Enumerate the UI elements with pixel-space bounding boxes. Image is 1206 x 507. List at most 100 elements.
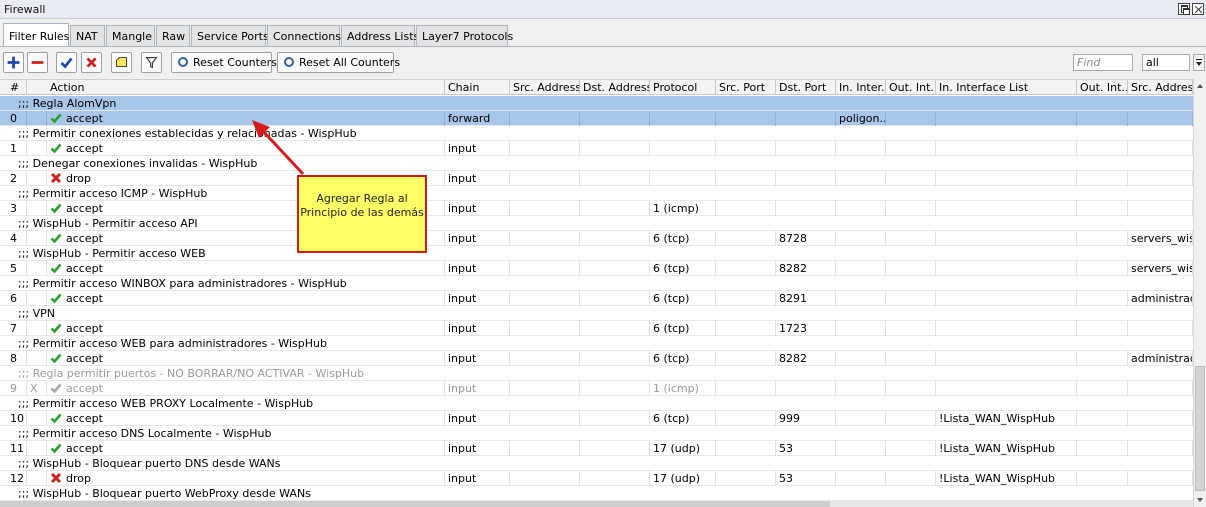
table-row[interactable]: 5 accept input 6 (tcp) 8282 servers_wisph bbox=[0, 261, 1193, 276]
rule-protocol: 17 (udp) bbox=[650, 471, 716, 486]
table-row[interactable]: 6 accept input 6 (tcp) 8291 administrador bbox=[0, 291, 1193, 306]
tab-connections[interactable]: Connections bbox=[267, 25, 341, 47]
table-row[interactable]: 9 Xaccept input 1 (icmp) bbox=[0, 381, 1193, 396]
filter-scope-select[interactable]: all bbox=[1142, 54, 1190, 71]
close-window-icon[interactable] bbox=[1192, 3, 1204, 15]
col-header-src-address-list[interactable]: Src. Address bbox=[1128, 80, 1193, 95]
comment-row[interactable]: ;;; WispHub - Bloquear puerto DNS desde … bbox=[0, 456, 1193, 471]
table-row[interactable]: 11 accept input 17 (udp) 53 !Lista_WAN_WispHu… bbox=[0, 441, 1193, 456]
restore-window-icon[interactable] bbox=[1178, 3, 1190, 15]
filter-dropdown-icon[interactable] bbox=[1193, 54, 1205, 71]
rule-action: drop bbox=[47, 471, 445, 486]
table-row[interactable]: 8 accept input 6 (tcp) 8282 administrador bbox=[0, 351, 1193, 366]
rule-action-label: drop bbox=[66, 472, 91, 485]
tab-address-lists[interactable]: Address Lists bbox=[341, 25, 419, 47]
rule-comment: ;;; WispHub - Bloquear puerto DNS desde … bbox=[18, 457, 281, 470]
window-title: Firewall bbox=[4, 3, 46, 16]
remove-button[interactable] bbox=[27, 52, 48, 73]
col-header-in-interface-list[interactable]: In. Interface List bbox=[936, 80, 1077, 95]
rule-number: 4 bbox=[0, 231, 27, 246]
tab-layer7-protocols[interactable]: Layer7 Protocols bbox=[416, 25, 513, 47]
rule-number: 11 bbox=[0, 441, 27, 456]
rule-src-port bbox=[716, 171, 776, 186]
col-header-dst-port[interactable]: Dst. Port bbox=[776, 80, 836, 95]
accept-check-icon bbox=[50, 413, 62, 424]
table-row[interactable]: 0 accept forward poligon... bbox=[0, 111, 1193, 126]
rule-dst-address bbox=[580, 351, 650, 366]
rule-action-label: accept bbox=[66, 352, 103, 365]
scroll-down-icon[interactable] bbox=[1194, 493, 1206, 507]
reset-counters-button[interactable]: Reset Counters bbox=[171, 52, 277, 73]
rule-action-label: drop bbox=[66, 172, 91, 185]
col-header-number[interactable]: # bbox=[0, 80, 27, 95]
table-row[interactable]: 1 accept input bbox=[0, 141, 1193, 156]
table-row[interactable]: 3 accept input 1 (icmp) bbox=[0, 201, 1193, 216]
cross-icon bbox=[86, 57, 97, 68]
rule-comment: ;;; Permitir acceso WEB para administrad… bbox=[18, 337, 327, 350]
col-header-src-address[interactable]: Src. Address bbox=[510, 80, 580, 95]
table-row[interactable]: 7 accept input 6 (tcp) 1723 bbox=[0, 321, 1193, 336]
tab-service-ports[interactable]: Service Ports bbox=[191, 25, 269, 47]
enable-button[interactable] bbox=[56, 52, 77, 73]
col-header-chain[interactable]: Chain bbox=[445, 80, 510, 95]
rule-dst-port: 8282 bbox=[776, 351, 836, 366]
rule-comment: ;;; Permitir acceso DNS Localmente - Wis… bbox=[18, 427, 272, 440]
comment-button[interactable] bbox=[111, 52, 132, 73]
rule-protocol: 1 (icmp) bbox=[650, 201, 716, 216]
comment-row[interactable]: ;;; Regla AlomVpn bbox=[0, 96, 1193, 111]
rule-protocol: 6 (tcp) bbox=[650, 261, 716, 276]
find-input[interactable] bbox=[1073, 54, 1133, 71]
disable-button[interactable] bbox=[81, 52, 102, 73]
comment-row[interactable]: ;;; WispHub - Permitir acceso WEB bbox=[0, 246, 1193, 261]
table-row[interactable]: 12 drop input 17 (udp) 53 !Lista_WAN_WispHub bbox=[0, 471, 1193, 486]
vertical-scrollbar[interactable] bbox=[1193, 79, 1206, 507]
rule-out-interface-list bbox=[1077, 201, 1128, 216]
table-row[interactable]: 10 accept input 6 (tcp) 999 !Lista_WAN_WispHu… bbox=[0, 411, 1193, 426]
rule-chain: input bbox=[445, 201, 510, 216]
col-header-in-interface[interactable]: In. Inter... bbox=[836, 80, 886, 95]
comment-row[interactable]: ;;; Permitir acceso WEB para administrad… bbox=[0, 336, 1193, 351]
reset-icon bbox=[178, 57, 188, 67]
tab-nat[interactable]: NAT bbox=[70, 25, 105, 47]
rule-in-interface-list bbox=[936, 171, 1077, 186]
horizontal-scroll-thumb[interactable] bbox=[0, 501, 830, 507]
comment-row[interactable]: ;;; WispHub - Bloquear puerto WebProxy d… bbox=[0, 486, 1193, 501]
filter-button[interactable] bbox=[141, 52, 162, 73]
col-header-src-port[interactable]: Src. Port bbox=[716, 80, 776, 95]
table-row[interactable]: 4 accept input 6 (tcp) 8728 servers_wisph bbox=[0, 231, 1193, 246]
window-titlebar: Firewall bbox=[0, 0, 1206, 19]
accept-check-icon bbox=[50, 443, 62, 454]
scroll-up-icon[interactable] bbox=[1194, 79, 1206, 93]
tab-mangle[interactable]: Mangle bbox=[106, 25, 155, 47]
rule-protocol: 1 (icmp) bbox=[650, 381, 716, 396]
horizontal-scrollbar[interactable] bbox=[0, 501, 1193, 507]
rule-in-interface-list bbox=[936, 291, 1077, 306]
rule-out-interface bbox=[886, 381, 936, 396]
comment-row[interactable]: ;;; WispHub - Permitir acceso API bbox=[0, 216, 1193, 231]
tab-raw[interactable]: Raw bbox=[156, 25, 190, 47]
rule-in-interface bbox=[836, 351, 886, 366]
comment-row[interactable]: ;;; VPN bbox=[0, 306, 1193, 321]
col-header-out-interface-list[interactable]: Out. Int... bbox=[1077, 80, 1128, 95]
rule-protocol bbox=[650, 171, 716, 186]
comment-row[interactable]: ;;; Denegar conexiones invalidas - WispH… bbox=[0, 156, 1193, 171]
comment-row[interactable]: ;;; Regla permitir puertos - NO BORRAR/N… bbox=[0, 366, 1193, 381]
rule-number: 0 bbox=[0, 111, 27, 126]
add-button[interactable] bbox=[3, 52, 24, 73]
rule-protocol: 6 (tcp) bbox=[650, 231, 716, 246]
tab-filter-rules[interactable]: Filter Rules bbox=[3, 23, 69, 47]
col-header-protocol[interactable]: Protocol bbox=[650, 80, 716, 95]
comment-row[interactable]: ;;; Permitir acceso WEB PROXY Localmente… bbox=[0, 396, 1193, 411]
comment-row[interactable]: ;;; Permitir acceso ICMP - WispHub bbox=[0, 186, 1193, 201]
reset-all-counters-button[interactable]: Reset All Counters bbox=[277, 52, 400, 73]
table-row[interactable]: 2 drop input bbox=[0, 171, 1193, 186]
scroll-thumb[interactable] bbox=[1195, 366, 1205, 491]
col-header-out-interface[interactable]: Out. Int... bbox=[886, 80, 936, 95]
rule-action: accept bbox=[47, 141, 445, 156]
rule-src-address bbox=[510, 141, 580, 156]
comment-row[interactable]: ;;; Permitir acceso WINBOX para administ… bbox=[0, 276, 1193, 291]
col-header-dst-address[interactable]: Dst. Address bbox=[580, 80, 650, 95]
comment-row[interactable]: ;;; Permitir conexiones establecidas y r… bbox=[0, 126, 1193, 141]
comment-row[interactable]: ;;; Permitir acceso DNS Localmente - Wis… bbox=[0, 426, 1193, 441]
col-header-action[interactable]: Action bbox=[47, 80, 445, 95]
